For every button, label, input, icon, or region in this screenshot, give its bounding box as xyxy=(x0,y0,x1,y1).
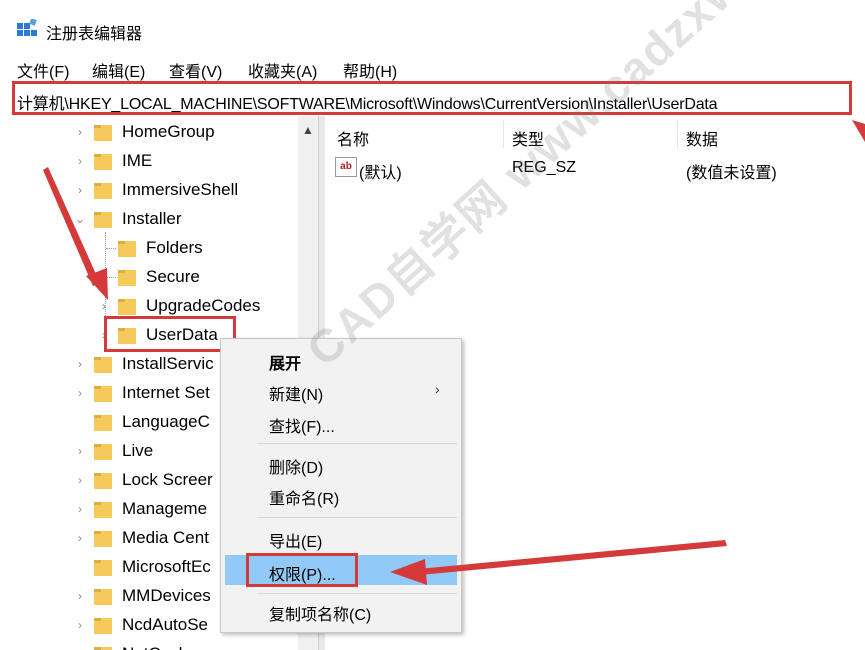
chevron-right-icon: › xyxy=(435,381,440,397)
chevron-right-icon[interactable]: › xyxy=(74,531,86,545)
chevron-right-icon[interactable]: › xyxy=(74,357,86,371)
folder-icon xyxy=(94,531,112,547)
folder-icon xyxy=(118,299,136,315)
context-menu: 展开 新建(N) › 查找(F)... 删除(D) 重命名(R) 导出(E) 权… xyxy=(220,338,462,633)
tree-item-label: Lock Screer xyxy=(122,470,213,489)
menu-item-export[interactable]: 导出(E) xyxy=(269,528,322,552)
chevron-right-icon[interactable]: › xyxy=(74,502,86,516)
column-header-data[interactable]: 数据 xyxy=(686,126,718,150)
tree-item-label: Manageme xyxy=(122,499,208,518)
menu-item-rename[interactable]: 重命名(R) xyxy=(269,485,339,509)
column-divider[interactable] xyxy=(677,120,678,148)
tree-item-label: Media Cent xyxy=(122,528,209,547)
chevron-right-icon[interactable]: › xyxy=(74,618,86,632)
tree-item-label: Installer xyxy=(122,209,182,228)
folder-icon xyxy=(94,618,112,634)
tree-connector xyxy=(106,248,116,249)
chevron-right-icon[interactable]: › xyxy=(74,154,86,168)
menu-favorites[interactable]: 收藏夹(A) xyxy=(248,58,317,82)
folder-icon xyxy=(94,183,112,199)
chevron-right-icon[interactable]: › xyxy=(74,444,86,458)
chevron-right-icon[interactable]: › xyxy=(74,125,86,139)
tree-item-label: HomeGroup xyxy=(122,122,215,141)
menu-item-new[interactable]: 新建(N) xyxy=(269,381,323,405)
tree-connector xyxy=(106,277,116,278)
tree-item-label: ImmersiveShell xyxy=(122,180,239,199)
tree-item-label: Secure xyxy=(146,267,200,286)
menu-view[interactable]: 查看(V) xyxy=(169,58,222,82)
folder-icon xyxy=(94,502,112,518)
folder-icon xyxy=(94,357,112,373)
chevron-right-icon[interactable]: › xyxy=(74,473,86,487)
tree-item[interactable]: ›NetCache xyxy=(0,640,298,650)
window-title: 注册表编辑器 xyxy=(46,26,143,43)
value-data: (数值未设置) xyxy=(686,165,777,182)
tree-item-label: IME xyxy=(122,151,153,170)
tree-item[interactable]: › IME xyxy=(0,147,298,176)
folder-icon xyxy=(94,589,112,605)
userdata-annotation-box xyxy=(104,316,236,352)
folder-icon xyxy=(94,125,112,141)
tree-item-label: LanguageC xyxy=(122,412,210,431)
chevron-right-icon[interactable]: › xyxy=(74,183,86,197)
folder-icon xyxy=(118,270,136,286)
menu-help[interactable]: 帮助(H) xyxy=(343,58,397,82)
menu-item-expand[interactable]: 展开 xyxy=(269,350,301,374)
menu-item-delete[interactable]: 删除(D) xyxy=(269,454,323,478)
registry-editor-icon xyxy=(17,19,37,36)
tree-item-label: Internet Set xyxy=(122,383,210,402)
menu-separator xyxy=(257,593,457,594)
menu-separator xyxy=(257,443,457,444)
tree-item[interactable]: Folders xyxy=(0,234,298,263)
chevron-down-icon[interactable]: ⌄ xyxy=(74,212,86,226)
menu-separator xyxy=(257,517,457,518)
value-name: (默认) xyxy=(359,165,402,182)
column-header-name[interactable]: 名称 xyxy=(337,126,369,150)
chevron-right-icon[interactable]: › xyxy=(74,589,86,603)
folder-icon xyxy=(94,473,112,489)
menu-bar: 文件(F) 编辑(E) 查看(V) 收藏夹(A) 帮助(H) xyxy=(0,54,865,82)
tree-item[interactable]: › ImmersiveShell xyxy=(0,176,298,205)
tree-item-label: Live xyxy=(122,441,154,460)
folder-icon xyxy=(94,415,112,431)
address-bar[interactable]: 计算机\HKEY_LOCAL_MACHINE\SOFTWARE\Microsof… xyxy=(12,81,852,115)
chevron-right-icon[interactable]: › xyxy=(74,386,86,400)
tree-item-label: Folders xyxy=(146,238,203,257)
folder-icon xyxy=(94,647,112,650)
tree-item-label: MicrosoftEc xyxy=(122,557,211,576)
tree-item-label: UpgradeCodes xyxy=(146,296,261,315)
folder-icon xyxy=(118,241,136,257)
menu-file[interactable]: 文件(F) xyxy=(17,58,69,82)
folder-icon xyxy=(94,212,112,228)
string-value-icon: ab xyxy=(335,157,357,177)
folder-icon xyxy=(94,154,112,170)
tree-item-label: InstallServic xyxy=(122,354,214,373)
tree-item-label: MMDevices xyxy=(122,586,211,605)
folder-icon xyxy=(94,386,112,402)
permissions-annotation-box xyxy=(246,553,358,587)
tree-item[interactable]: Secure xyxy=(0,263,298,292)
chevron-right-icon[interactable]: › xyxy=(98,299,110,313)
scroll-up-icon[interactable]: ▲ xyxy=(298,120,318,140)
menu-item-find[interactable]: 查找(F)... xyxy=(269,413,335,437)
tree-item-label: NetCache xyxy=(122,644,198,650)
folder-icon xyxy=(94,444,112,460)
tree-item[interactable]: ⌄ Installer xyxy=(0,205,298,234)
tree-item[interactable]: › HomeGroup xyxy=(0,118,298,147)
menu-item-copy-key-name[interactable]: 复制项名称(C) xyxy=(269,601,371,625)
menu-edit[interactable]: 编辑(E) xyxy=(92,58,145,82)
tree-item-label: NcdAutoSe xyxy=(122,615,208,634)
folder-icon xyxy=(94,560,112,576)
